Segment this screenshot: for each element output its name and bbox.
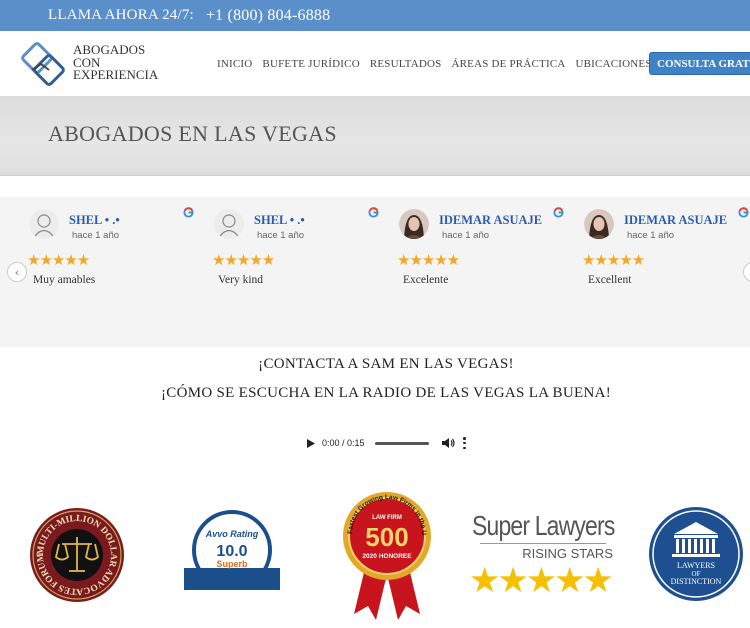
- volume-icon[interactable]: [441, 436, 455, 450]
- distinction-line: DISTINCTION: [671, 577, 722, 586]
- reviewer-name[interactable]: IDEMAR ASUAJE: [624, 213, 727, 228]
- contact-heading: ¡CONTACTA A SAM EN LAS VEGAS!: [258, 356, 514, 372]
- review-text: Excelente: [403, 274, 449, 286]
- avatar: [399, 209, 429, 239]
- avvo-word: Superb: [216, 559, 248, 569]
- avatar: [584, 209, 614, 239]
- top-bar: LLAMA AHORA 24/7: +1 (800) 804-6888: [0, 0, 750, 31]
- nav-item-ubicaciones[interactable]: UBICACIONES: [576, 58, 652, 70]
- audio-player: 0:00 / 0:15: [296, 431, 476, 455]
- reviewer-name[interactable]: SHEL • .•: [69, 213, 120, 228]
- review-card: IDEMAR ASUAJE hace 1 año ★★★★★ Excellent: [582, 205, 750, 337]
- google-icon: [368, 207, 379, 218]
- site-header: ABOGADOS CON EXPERIENCIA INICIO BUFETE J…: [0, 31, 750, 97]
- audio-time: 0:00 / 0:15: [322, 438, 365, 448]
- nav-item-resultados[interactable]: RESULTADOS: [370, 58, 442, 70]
- lawfirm-tag: LAW FIRM: [372, 515, 402, 521]
- reviewer-name[interactable]: SHEL • .•: [254, 213, 305, 228]
- more-options-icon[interactable]: [463, 437, 467, 449]
- review-card: SHEL • .• hace 1 año ★★★★★ Very kind: [212, 205, 394, 337]
- review-text: Very kind: [218, 274, 264, 286]
- lawfirm500-badge: Fastest Growing Law Firms in the U.S. LA…: [338, 484, 431, 620]
- avatar: [214, 209, 244, 239]
- super-lawyers-stars: ★★★★★: [469, 561, 614, 601]
- review-card: SHEL • .• hace 1 año ★★★★★ Muy amables: [27, 205, 209, 337]
- google-icon: [553, 207, 564, 218]
- rating-stars: ★★★★★: [397, 253, 460, 269]
- review-text: Excellent: [588, 274, 632, 286]
- rating-stars: ★★★★★: [582, 253, 645, 269]
- google-icon: [738, 207, 749, 218]
- carousel-prev-button[interactable]: ‹: [7, 262, 27, 282]
- call-label: LLAMA AHORA 24/7:: [48, 7, 194, 23]
- avvo-label: Avvo Rating: [205, 529, 259, 539]
- distinction-line: LAWYERS: [677, 561, 715, 570]
- logo-line: EXPERIENCIA: [73, 67, 159, 82]
- super-lawyers-title: Super Lawyers: [472, 510, 615, 541]
- review-time: hace 1 año: [442, 230, 490, 241]
- page-banner: ABOGADOS EN LAS VEGAS: [0, 97, 750, 176]
- avvo-badge: Avvo Rating 10.0 Superb: [184, 510, 280, 590]
- play-icon[interactable]: [304, 436, 318, 450]
- avatar: [29, 209, 59, 239]
- free-consult-button[interactable]: CONSULTA GRATIS: [649, 52, 750, 75]
- super-lawyers-subtitle: RISING STARS: [522, 546, 613, 561]
- main-nav: INICIO BUFETE JURÍDICO RESULTADOS ÁREAS …: [217, 58, 662, 70]
- review-time: hace 1 año: [627, 230, 675, 241]
- audio-progress-slider[interactable]: [374, 441, 429, 445]
- logo-text[interactable]: ABOGADOS CON EXPERIENCIA: [73, 43, 159, 82]
- nav-item-areas[interactable]: ÁREAS DE PRÁCTICA: [451, 58, 565, 70]
- logo-icon[interactable]: [19, 40, 67, 88]
- nav-item-bufete[interactable]: BUFETE JURÍDICO: [262, 58, 359, 70]
- mmdaf-seal: MULTI-MILLION DOLLAR ADVOCATES FORUM: [30, 508, 124, 602]
- page-title: ABOGADOS EN LAS VEGAS: [48, 121, 337, 146]
- lawfirm-number: 500: [365, 522, 408, 552]
- phone-link[interactable]: +1 (800) 804-6888: [206, 7, 330, 25]
- google-icon: [183, 207, 194, 218]
- review-time: hace 1 año: [257, 230, 305, 241]
- review-card: IDEMAR ASUAJE hace 1 año ★★★★★ Excelente: [397, 205, 579, 337]
- avvo-score: 10.0: [216, 543, 247, 560]
- rating-stars: ★★★★★: [27, 253, 90, 269]
- rating-stars: ★★★★★: [212, 253, 275, 269]
- reviewer-name[interactable]: IDEMAR ASUAJE: [439, 213, 542, 228]
- lawfirm-honoree: 2020 HONOREE: [362, 553, 412, 560]
- review-text: Muy amables: [33, 274, 96, 286]
- nav-item-inicio[interactable]: INICIO: [217, 58, 252, 70]
- divider: [480, 543, 606, 544]
- radio-heading: ¡CÓMO SE ESCUCHA EN LA RADIO DE LAS VEGA…: [160, 385, 612, 401]
- reviews-carousel: ‹ SHEL • .• hace 1 año ★★★★★ Muy amables…: [0, 197, 750, 347]
- review-time: hace 1 año: [72, 230, 120, 241]
- lawyers-of-distinction-seal: LAWYERS OF DISTINCTION: [649, 507, 743, 601]
- super-lawyers-badge: Super Lawyers RISING STARS ★★★★★: [469, 510, 617, 610]
